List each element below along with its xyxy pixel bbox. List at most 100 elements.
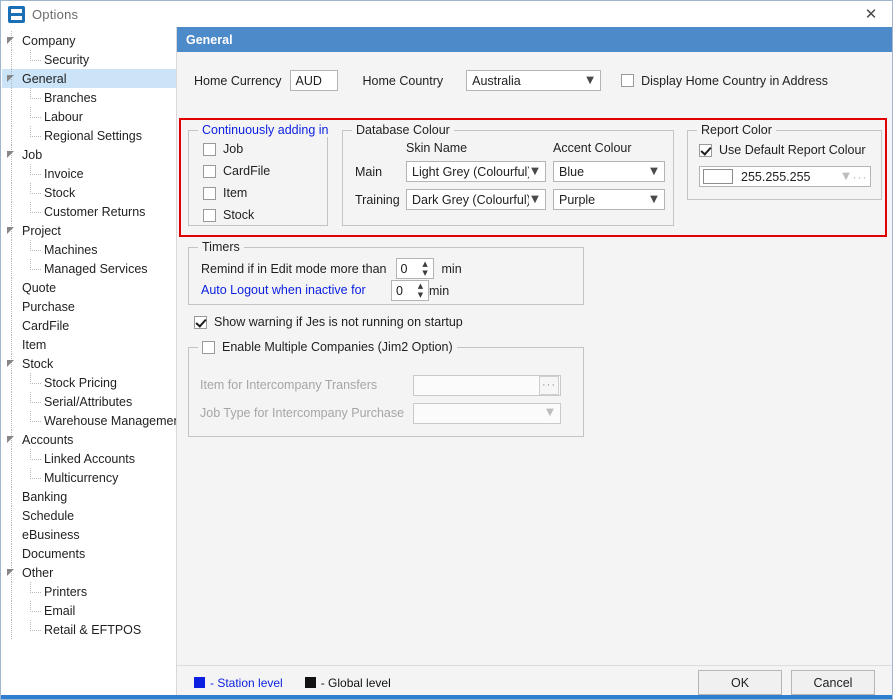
sidebar-item-label: Stock Pricing (44, 375, 117, 390)
sidebar-item-documents[interactable]: Documents (2, 544, 176, 563)
sidebar-item-company[interactable]: Company (2, 31, 176, 50)
sidebar-item-ebusiness[interactable]: eBusiness (2, 525, 176, 544)
skin-name-header: Skin Name (406, 141, 468, 155)
use-default-report-colour-checkbox[interactable]: Use Default Report Colour (699, 143, 866, 157)
close-icon[interactable]: ✕ (850, 1, 892, 27)
remind-edit-mode-label: Remind if in Edit mode more than (201, 261, 387, 276)
expander-collapse-icon[interactable] (7, 360, 15, 368)
sidebar-item-other[interactable]: Other (2, 563, 176, 582)
sidebar-item-label: Invoice (44, 166, 84, 181)
accent-colour-select[interactable]: Purple ▼ (553, 189, 665, 210)
home-country-select[interactable]: Australia ▼ (466, 70, 602, 91)
checkbox-box (699, 143, 712, 157)
sidebar-item-linked-accounts[interactable]: Linked Accounts (2, 449, 176, 468)
checkbox-box (203, 164, 216, 178)
cancel-button[interactable]: Cancel (791, 670, 875, 695)
global-level-swatch (304, 677, 316, 688)
sidebar-item-quote[interactable]: Quote (2, 278, 176, 297)
spinner-arrows-icon[interactable]: ▲ ▼ (416, 283, 425, 299)
sidebar-item-customer-returns[interactable]: Customer Returns (2, 202, 176, 221)
accent-colour-header: Accent Colour (553, 141, 632, 155)
sidebar-item-cardfile[interactable]: CardFile (2, 316, 176, 335)
enable-multiple-companies-checkbox[interactable]: Enable Multiple Companies (Jim2 Option) (198, 340, 457, 354)
home-settings-row: Home Currency AUD Home Country Australia… (194, 70, 828, 91)
display-home-country-checkbox[interactable]: Display Home Country in Address (621, 74, 828, 88)
skin-name-select[interactable]: Light Grey (Colourful) ▼ (406, 161, 546, 182)
expander-collapse-icon[interactable] (7, 75, 15, 83)
settings-tree[interactable]: Company Security General Branches Labour Regi… (2, 27, 177, 699)
expander-collapse-icon[interactable] (7, 569, 15, 577)
sidebar-item-multicurrency[interactable]: Multicurrency (2, 468, 176, 487)
item-intercompany-input[interactable]: ··· (413, 374, 561, 396)
sidebar-item-email[interactable]: Email (2, 601, 176, 620)
database-colour-legend: Database Colour (352, 123, 454, 137)
sidebar-item-label: Documents (22, 546, 86, 561)
skin-name-select[interactable]: Dark Grey (Colourful) ▼ (406, 189, 546, 210)
sidebar-item-branches[interactable]: Branches (2, 88, 176, 107)
lookup-icon[interactable]: ··· (539, 375, 559, 395)
sidebar-item-job[interactable]: Job (2, 145, 176, 164)
auto-logout-value: 0 (396, 283, 403, 298)
application-icon (8, 5, 25, 23)
sidebar-item-item[interactable]: Item (2, 335, 176, 354)
expander-collapse-icon[interactable] (7, 227, 15, 235)
sidebar-item-serial-attributes[interactable]: Serial/Attributes (2, 392, 176, 411)
show-jes-warning-checkbox[interactable]: Show warning if Jes is not running on st… (194, 315, 463, 329)
sidebar-item-project[interactable]: Project (2, 221, 176, 240)
accent-colour-select[interactable]: Blue ▼ (553, 161, 665, 182)
options-dialog: Options ✕ Company Security General Branches… (0, 0, 893, 700)
sidebar-item-labour[interactable]: Labour (2, 107, 176, 126)
continuously-adding-cardfile-checkbox[interactable]: CardFile (203, 164, 327, 178)
sidebar-item-banking[interactable]: Banking (2, 487, 176, 506)
sidebar-item-stock-pricing[interactable]: Stock Pricing (2, 373, 176, 392)
skin-name-value: Light Grey (Colourful) (412, 164, 529, 179)
chevron-down-icon[interactable]: ▼ (840, 171, 852, 182)
spinner-arrows-icon[interactable]: ▲ ▼ (421, 261, 430, 277)
continuously-adding-group: Continuously adding in Job CardFile Item St… (188, 123, 333, 226)
auto-logout-row: Auto Logout when inactive for 0 ▲ ▼ min (201, 280, 449, 301)
ok-button[interactable]: OK (698, 670, 782, 695)
sidebar-item-label: Quote (22, 280, 57, 295)
sidebar-item-retail-eftpos[interactable]: Retail & EFTPOS (2, 620, 176, 639)
sidebar-item-printers[interactable]: Printers (2, 582, 176, 601)
checkbox-box (203, 186, 216, 200)
sidebar-item-label: Other (22, 565, 54, 580)
sidebar-item-managed-services[interactable]: Managed Services (2, 259, 176, 278)
chevron-down-icon: ▼ (586, 74, 594, 86)
sidebar-item-regional-settings[interactable]: Regional Settings (2, 126, 176, 145)
sidebar-item-label: Branches (44, 90, 97, 105)
sidebar-item-accounts[interactable]: Accounts (2, 430, 176, 449)
sidebar-item-machines[interactable]: Machines (2, 240, 176, 259)
continuously-adding-item-checkbox[interactable]: Item (203, 186, 327, 200)
sidebar-item-schedule[interactable]: Schedule (2, 506, 176, 525)
sidebar-item-label: Purchase (22, 299, 75, 314)
home-country-value: Australia (472, 73, 521, 88)
chevron-down-icon: ▼ (546, 407, 554, 418)
sidebar-item-security[interactable]: Security (2, 50, 176, 69)
report-colour-picker[interactable]: 255.255.255 ▼ ··· (699, 166, 871, 187)
station-level-swatch (194, 677, 205, 688)
sidebar-item-purchase[interactable]: Purchase (2, 297, 176, 316)
sidebar-item-stock[interactable]: Stock (2, 354, 176, 373)
expander-collapse-icon[interactable] (7, 37, 15, 45)
job-type-intercompany-label: Job Type for Intercompany Purchase (200, 406, 405, 420)
expander-collapse-icon[interactable] (7, 436, 15, 444)
job-type-intercompany-select[interactable]: ▼ (413, 402, 561, 424)
item-intercompany-label: Item for Intercompany Transfers (200, 378, 378, 392)
sidebar-item-label: General (22, 71, 67, 86)
sidebar-item-invoice[interactable]: Invoice (2, 164, 176, 183)
sidebar-item-general[interactable]: General (2, 69, 176, 88)
home-currency-input[interactable]: AUD (289, 70, 338, 91)
auto-logout-stepper[interactable]: 0 ▲ ▼ (391, 280, 429, 301)
continuously-adding-job-checkbox[interactable]: Job (203, 142, 327, 156)
expander-collapse-icon[interactable] (7, 151, 15, 159)
continuously-adding-stock-checkbox[interactable]: Stock (203, 208, 327, 222)
sidebar-item-label: Customer Returns (44, 204, 146, 219)
more-options-icon[interactable]: ··· (852, 170, 868, 184)
skin-name-value: Dark Grey (Colourful) (412, 192, 529, 207)
remind-edit-mode-stepper[interactable]: 0 ▲ ▼ (395, 258, 434, 279)
report-color-group: Report Color Use Default Report Colour 2… (687, 123, 882, 200)
sidebar-item-warehouse-management[interactable]: Warehouse Management (2, 411, 176, 430)
sidebar-item-stock[interactable]: Stock (2, 183, 176, 202)
content-pane: General Home Currency AUD Home Country A… (177, 27, 892, 699)
